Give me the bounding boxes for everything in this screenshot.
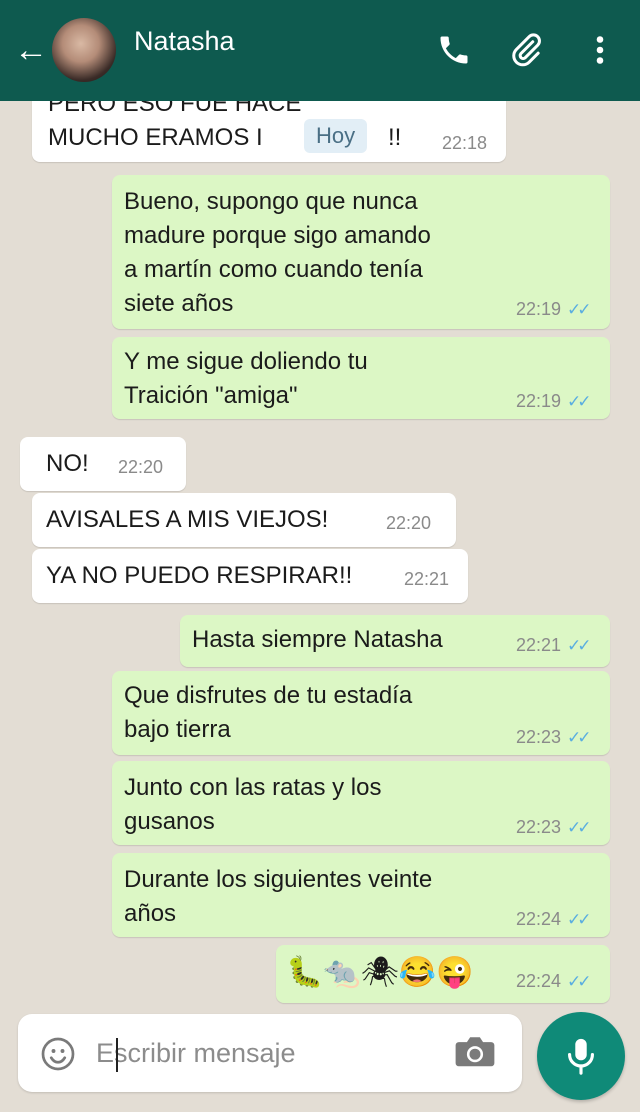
message-text: Que disfrutes de tu estadía xyxy=(124,682,413,709)
message-text: NO! xyxy=(46,450,89,477)
message-text: !! xyxy=(388,124,402,151)
message-text: Y me sigue doliendo tu xyxy=(124,348,368,375)
message-text: madure porque sigo amando xyxy=(124,222,431,249)
read-receipt-icon: ✓✓ xyxy=(567,910,591,929)
read-receipt-icon: ✓✓ xyxy=(567,818,591,837)
date-badge: Hoy xyxy=(304,119,368,153)
message-time: 22:19 ✓✓ xyxy=(516,299,591,319)
read-receipt-icon: ✓✓ xyxy=(567,636,591,655)
read-receipt-icon: ✓✓ xyxy=(567,972,591,991)
message-time: 22:23 ✓✓ xyxy=(516,727,591,747)
message-text: PERO ESO FUE HACE xyxy=(48,101,302,117)
message-composer[interactable]: Escribir mensaje xyxy=(18,1014,522,1092)
read-receipt-icon: ✓✓ xyxy=(567,392,591,411)
message-text: años xyxy=(124,900,177,927)
message-time: 22:23 ✓✓ xyxy=(516,817,591,837)
message-incoming[interactable]: YA NO PUEDO RESPIRAR!! 22:21 xyxy=(32,549,468,603)
message-text: Hasta siempre Natasha xyxy=(192,626,443,653)
message-time: 22:21 xyxy=(404,569,450,589)
message-text: siete años xyxy=(124,290,234,317)
message-emojis: 🐛🐀🕷😂😜 xyxy=(286,956,474,989)
camera-icon[interactable] xyxy=(454,1034,496,1072)
contact-name[interactable]: Natasha xyxy=(134,26,235,57)
message-text: gusanos xyxy=(124,808,215,835)
microphone-icon xyxy=(568,1038,594,1075)
message-outgoing[interactable]: Hasta siempre Natasha 22:21 ✓✓ xyxy=(180,615,610,667)
message-input[interactable]: Escribir mensaje xyxy=(96,1038,296,1069)
emoji-icon[interactable] xyxy=(40,1036,76,1072)
message-text: Junto con las ratas y los xyxy=(124,774,382,801)
voice-record-button[interactable] xyxy=(537,1012,625,1100)
message-incoming[interactable]: AVISALES A MIS VIEJOS! 22:20 xyxy=(32,493,456,547)
message-text: bajo tierra xyxy=(124,716,231,743)
message-text: a martín como cuando tenía xyxy=(124,256,423,283)
paperclip-icon[interactable] xyxy=(508,32,544,68)
message-text: MUCHO ERAMOS I xyxy=(48,124,263,151)
message-time: 22:20 xyxy=(386,513,432,533)
message-time: 22:21 ✓✓ xyxy=(516,635,591,655)
message-outgoing[interactable]: 🐛🐀🕷😂😜 22:24 ✓✓ xyxy=(276,945,610,1003)
chat-area[interactable]: PERO ESO FUE HACE MUCHO ERAMOS I Hoy !! … xyxy=(0,101,640,1012)
message-text: YA NO PUEDO RESPIRAR!! xyxy=(46,562,353,589)
message-outgoing[interactable]: Durante los siguientes veinte años 22:24… xyxy=(112,853,610,937)
back-arrow-icon[interactable]: ← xyxy=(14,30,50,70)
message-time: 22:19 ✓✓ xyxy=(516,391,591,411)
message-outgoing[interactable]: Y me sigue doliendo tu Traición "amiga" … xyxy=(112,337,610,419)
message-time: 22:18 xyxy=(442,133,488,153)
message-time: 22:24 ✓✓ xyxy=(516,971,591,991)
message-outgoing[interactable]: Bueno, supongo que nunca madure porque s… xyxy=(112,175,610,329)
message-outgoing[interactable]: Que disfrutes de tu estadía bajo tierra … xyxy=(112,671,610,755)
message-incoming[interactable]: NO! 22:20 xyxy=(20,437,186,491)
message-text: Durante los siguientes veinte xyxy=(124,866,433,893)
message-text: Bueno, supongo que nunca xyxy=(124,188,418,215)
phone-icon[interactable] xyxy=(436,32,472,68)
message-time: 22:20 xyxy=(118,457,164,477)
more-vert-icon[interactable] xyxy=(582,32,618,68)
read-receipt-icon: ✓✓ xyxy=(567,300,591,319)
text-caret xyxy=(116,1038,118,1072)
message-text: AVISALES A MIS VIEJOS! xyxy=(46,506,329,533)
message-incoming[interactable]: PERO ESO FUE HACE MUCHO ERAMOS I Hoy !! … xyxy=(32,101,506,162)
message-outgoing[interactable]: Junto con las ratas y los gusanos 22:23 ✓… xyxy=(112,761,610,845)
message-time: 22:24 ✓✓ xyxy=(516,909,591,929)
message-text: Traición "amiga" xyxy=(124,382,298,409)
chat-header: ← Natasha xyxy=(0,0,640,101)
avatar[interactable] xyxy=(52,18,116,82)
read-receipt-icon: ✓✓ xyxy=(567,728,591,747)
